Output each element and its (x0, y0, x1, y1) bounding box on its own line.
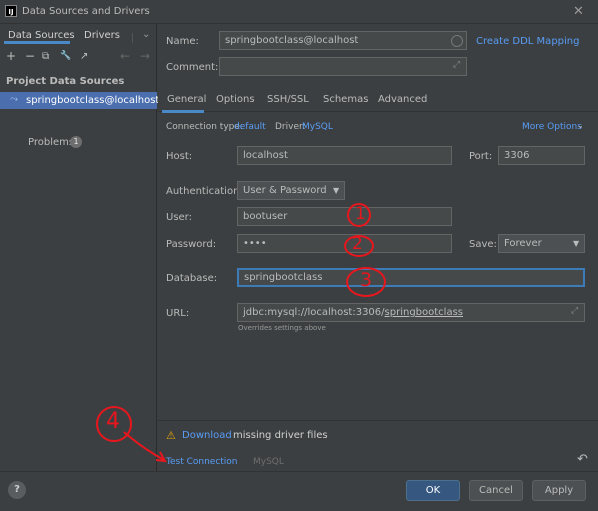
close-icon[interactable]: ✕ (573, 4, 584, 19)
intellij-app-icon: IJ (5, 5, 17, 17)
remove-icon[interactable]: − (25, 49, 35, 63)
authentication-label: Authentication: (166, 186, 243, 197)
mysql-datasource-icon: ⤳ (10, 94, 18, 105)
jump-to-icon[interactable]: ↗ (80, 51, 88, 62)
dropdown-arrow-icon: ▼ (573, 239, 580, 248)
color-picker-icon[interactable] (451, 35, 463, 47)
active-tab-indicator (162, 110, 204, 113)
comment-field[interactable] (219, 57, 467, 76)
tab-drivers[interactable]: Drivers (84, 30, 120, 41)
expand-icon[interactable]: ⤢ (571, 306, 578, 316)
url-note: Overrides settings above (238, 324, 326, 332)
database-field[interactable]: springbootclass (237, 268, 585, 287)
url-prefix: jdbc:mysql://localhost:3306/ (243, 307, 385, 318)
host-field[interactable]: localhost (237, 146, 452, 165)
divider (158, 420, 598, 421)
download-link[interactable]: Download (182, 430, 232, 441)
authentication-dropdown[interactable]: User & Password (237, 181, 345, 200)
user-field[interactable]: bootuser (237, 207, 452, 226)
annotation-3: 3 (360, 269, 373, 291)
add-icon[interactable]: + (6, 49, 16, 63)
comment-label: Comment: (166, 62, 219, 73)
duplicate-icon[interactable]: ⧉ (42, 51, 49, 62)
chevron-down-icon[interactable]: ⌄ (577, 121, 584, 130)
annotation-4: 4 (106, 409, 120, 434)
name-label: Name: (166, 36, 199, 47)
test-connection-link[interactable]: Test Connection (166, 457, 238, 467)
tab-advanced[interactable]: Advanced (378, 94, 427, 105)
name-field[interactable]: springbootclass@localhost (219, 31, 467, 50)
driver-link[interactable]: MySQL (302, 122, 333, 132)
save-dropdown[interactable]: Forever (498, 234, 585, 253)
cancel-button[interactable]: Cancel (469, 480, 523, 501)
forward-arrow-icon[interactable]: → (140, 49, 150, 63)
url-field[interactable]: jdbc:mysql://localhost:3306/springbootcl… (237, 303, 585, 322)
wrench-icon[interactable]: 🔧 (60, 51, 71, 61)
url-label: URL: (166, 308, 190, 319)
annotation-arrow-icon (123, 431, 167, 463)
chevron-down-icon[interactable]: ⌄ (142, 29, 150, 40)
problems-link[interactable]: Problems (28, 137, 74, 148)
expand-icon[interactable]: ⤢ (453, 60, 460, 70)
host-label: Host: (166, 151, 193, 162)
connection-type-label: Connection type: (166, 122, 243, 132)
database-label: Database: (166, 273, 218, 284)
tab-options[interactable]: Options (216, 94, 255, 105)
annotation-1: 1 (355, 204, 366, 224)
more-options-link[interactable]: More Options (522, 122, 582, 132)
tab-schemas[interactable]: Schemas (323, 94, 368, 105)
ok-button[interactable]: OK (406, 480, 460, 501)
driver-name-text: MySQL (253, 457, 284, 467)
back-arrow-icon[interactable]: ← (120, 49, 130, 63)
driver-label: Driver: (275, 122, 306, 132)
url-database: springbootclass (384, 307, 463, 318)
password-label: Password: (166, 239, 217, 250)
window-title: Data Sources and Drivers (22, 6, 150, 17)
create-ddl-mapping-link[interactable]: Create DDL Mapping (476, 36, 579, 47)
apply-button[interactable]: Apply (532, 480, 586, 501)
annotation-2: 2 (352, 234, 363, 254)
undo-icon[interactable]: ↶ (577, 452, 588, 467)
connection-type-link[interactable]: default (234, 122, 266, 132)
help-button[interactable]: ? (8, 481, 26, 499)
active-tab-indicator (4, 41, 70, 44)
tab-data-sources[interactable]: Data Sources (8, 30, 75, 41)
problems-count-badge: 1 (70, 136, 82, 148)
tab-general[interactable]: General (167, 94, 206, 105)
data-source-item-label: springbootclass@localhost (26, 95, 160, 106)
warning-text: missing driver files (233, 430, 328, 441)
tab-ssh-ssl[interactable]: SSH/SSL (267, 94, 309, 105)
port-label: Port: (469, 151, 493, 162)
port-field[interactable]: 3306 (498, 146, 585, 165)
project-data-sources-heading: Project Data Sources (6, 76, 125, 87)
save-label: Save: (469, 239, 497, 250)
tab-divider (132, 33, 133, 43)
dropdown-arrow-icon: ▼ (333, 186, 340, 195)
user-label: User: (166, 212, 192, 223)
